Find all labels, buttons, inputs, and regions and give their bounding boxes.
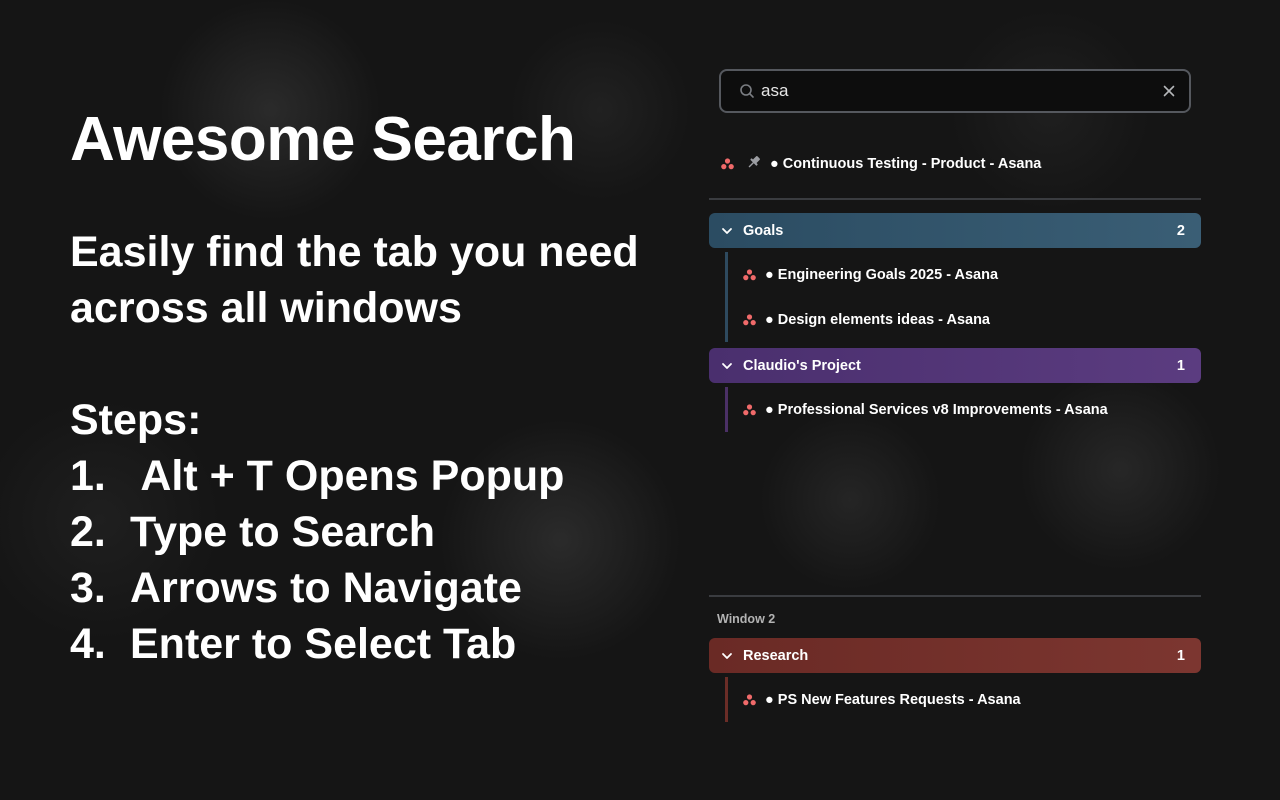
hero-title: Awesome Search <box>70 105 576 174</box>
tab-row[interactable]: ● PS New Features Requests - Asana <box>733 684 1201 716</box>
hero-subtitle: Easily find the tab you need across all … <box>70 228 639 332</box>
group-count: 1 <box>1176 647 1185 664</box>
group-header-goals[interactable]: Goals 2 <box>709 213 1201 248</box>
group-name: Research <box>743 647 809 664</box>
step-item: 3. Arrows to Navigate <box>70 560 564 616</box>
tab-title: ● PS New Features Requests - Asana <box>765 692 1021 708</box>
tab-title: ● Engineering Goals 2025 - Asana <box>765 267 999 283</box>
step-text: Enter to Select Tab <box>130 620 517 668</box>
tab-row[interactable]: ● Design elements ideas - Asana <box>733 304 1201 336</box>
search-input[interactable] <box>761 81 1149 101</box>
screen: Awesome Search Easily find the tab you n… <box>0 0 1280 800</box>
tab-title: ● Design elements ideas - Asana <box>765 312 990 328</box>
asana-icon <box>743 269 756 281</box>
chevron-down-icon <box>721 227 733 235</box>
step-number: 2. <box>70 508 106 556</box>
window-label: Window 2 <box>717 612 776 626</box>
pinned-tab-row[interactable]: ● Continuous Testing - Product - Asana <box>709 146 1201 182</box>
step-number: 3. <box>70 564 106 612</box>
search-icon <box>721 83 761 99</box>
step-item: 1. Alt + T Opens Popup <box>70 448 564 504</box>
asana-icon <box>743 314 756 326</box>
chevron-down-icon <box>721 362 733 370</box>
search-box <box>719 69 1191 113</box>
group-name: Claudio's Project <box>743 357 861 374</box>
clear-search-icon[interactable] <box>1149 71 1189 111</box>
steps-list: Steps: 1. Alt + T Opens Popup 2. Type to… <box>70 392 564 672</box>
divider <box>709 198 1201 200</box>
step-item: 2. Type to Search <box>70 504 564 560</box>
group-bar-goals <box>725 252 728 342</box>
step-item: 4. Enter to Select Tab <box>70 616 564 672</box>
step-text: Alt + T Opens Popup <box>130 452 565 500</box>
group-count: 1 <box>1176 357 1185 374</box>
group-header-research[interactable]: Research 1 <box>709 638 1201 673</box>
group-header-claudios-project[interactable]: Claudio's Project 1 <box>709 348 1201 383</box>
step-number: 4. <box>70 620 106 668</box>
tab-title: ● Professional Services v8 Improvements … <box>765 402 1108 418</box>
steps-heading: Steps: <box>70 396 202 444</box>
group-name: Goals <box>743 222 784 239</box>
step-text: Type to Search <box>130 508 436 556</box>
tab-row[interactable]: ● Professional Services v8 Improvements … <box>733 394 1201 426</box>
step-text: Arrows to Navigate <box>130 564 522 612</box>
step-number: 1. <box>70 452 106 500</box>
pin-icon <box>746 154 762 174</box>
asana-icon <box>743 694 756 706</box>
group-bar-claudios-project <box>725 387 728 432</box>
tab-title: ● Continuous Testing - Product - Asana <box>770 156 1042 172</box>
group-count: 2 <box>1176 222 1185 239</box>
chevron-down-icon <box>721 652 733 660</box>
divider <box>709 595 1201 597</box>
asana-icon <box>721 158 734 170</box>
tab-row[interactable]: ● Engineering Goals 2025 - Asana <box>733 259 1201 291</box>
asana-icon <box>743 404 756 416</box>
group-bar-research <box>725 677 728 722</box>
